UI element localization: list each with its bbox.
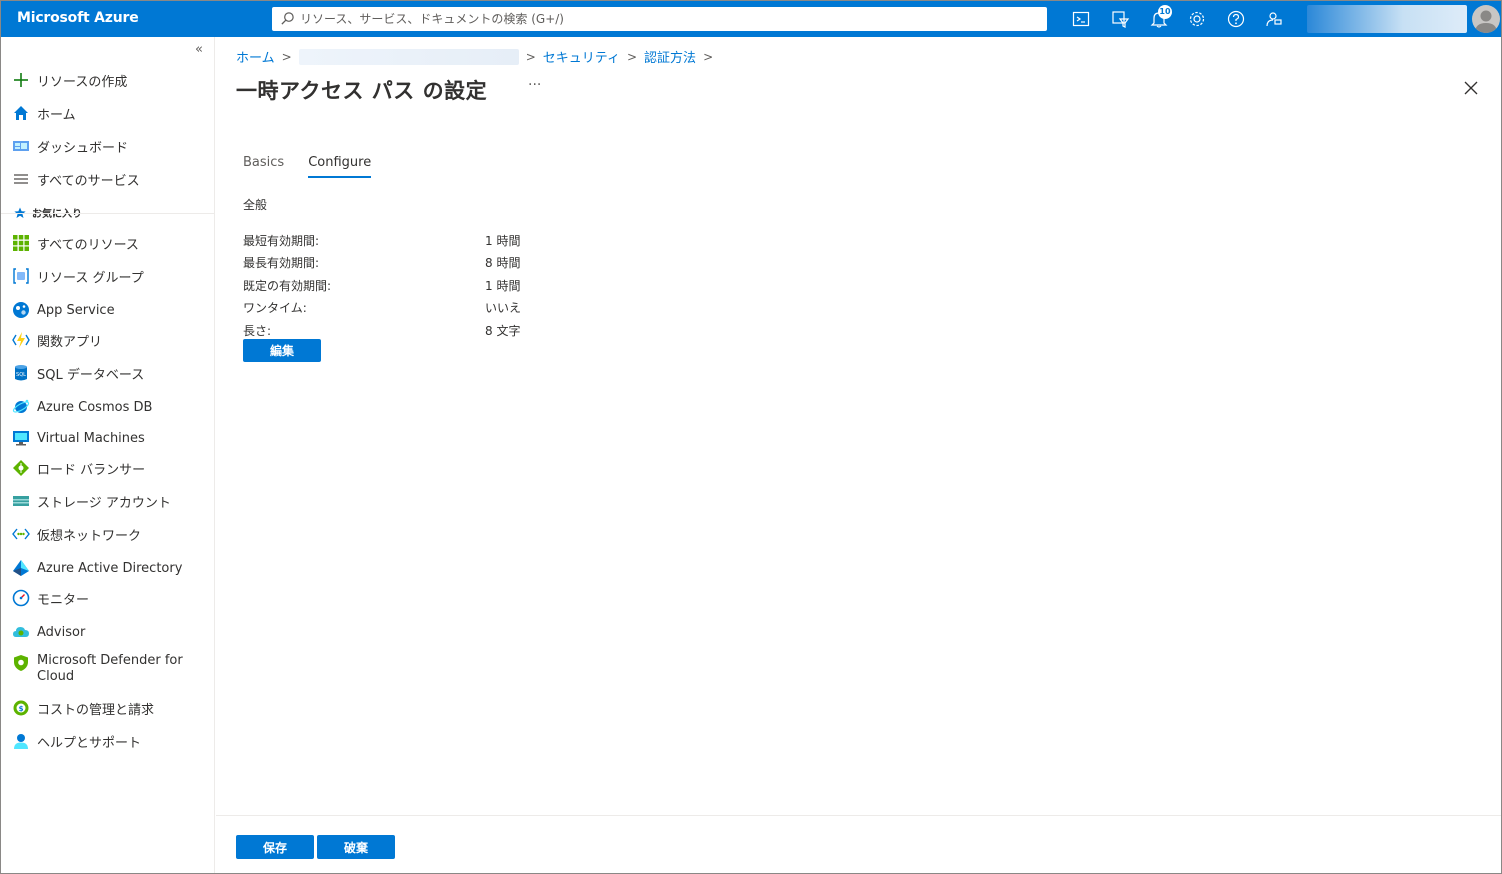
sidebar-item-function-apps[interactable]: 関数アプリ — [11, 327, 207, 353]
setting-row: 最長有効期間: 8 時間 — [243, 252, 521, 275]
directory-filter-icon[interactable] — [1110, 9, 1130, 29]
setting-value: 8 文字 — [485, 323, 521, 338]
search-input[interactable] — [300, 7, 1040, 31]
footer-divider — [216, 815, 1501, 816]
sidebar-item-create-resource[interactable]: リソースの作成 — [11, 67, 207, 93]
sidebar-item-defender-for-cloud[interactable]: Microsoft Defender for Cloud — [11, 653, 207, 687]
setting-row: 最短有効期間: 1 時間 — [243, 229, 521, 252]
breadcrumb-home[interactable]: ホーム — [236, 47, 275, 66]
avatar[interactable] — [1472, 5, 1500, 33]
defender-icon — [11, 653, 31, 673]
sidebar-item-home[interactable]: ホーム — [11, 100, 207, 126]
svg-text:SQL: SQL — [16, 372, 26, 378]
sidebar-item-app-service[interactable]: App Service — [11, 297, 207, 323]
load-balancer-icon — [11, 458, 31, 478]
top-bar: Microsoft Azure 10 — [1, 1, 1501, 37]
section-title: 全般 — [243, 198, 268, 212]
sidebar-item-monitor[interactable]: モニター — [11, 585, 207, 611]
azure-portal-window: Microsoft Azure 10 — [0, 0, 1502, 874]
setting-row: ワンタイム: いいえ — [243, 297, 521, 320]
setting-label: 最短有効期間: — [243, 233, 320, 248]
aad-icon — [11, 558, 31, 578]
edit-button[interactable]: 編集 — [243, 339, 321, 362]
sidebar-item-all-services[interactable]: すべてのサービス — [11, 166, 207, 192]
grid-icon — [11, 233, 31, 253]
svg-text:$: $ — [19, 705, 24, 713]
sidebar: « リソースの作成 ホーム ダッシュボード すべてのサービス お気に入り すべて… — [1, 37, 215, 873]
sidebar-item-virtual-networks[interactable]: 仮想ネットワーク — [11, 521, 207, 547]
global-search[interactable] — [272, 7, 1047, 31]
sql-icon: SQL — [11, 363, 31, 383]
cosmos-icon — [11, 397, 31, 417]
chevron-right-icon: > — [703, 49, 714, 64]
setting-label: 長さ: — [243, 323, 272, 338]
tab-configure[interactable]: Configure — [308, 155, 372, 178]
collapse-sidebar-icon[interactable]: « — [195, 42, 203, 57]
setting-label: 既定の有効期間: — [243, 278, 332, 293]
vnet-icon — [11, 524, 31, 544]
chevron-right-icon: > — [626, 49, 638, 64]
sidebar-item-resource-groups[interactable]: リソース グループ — [11, 263, 207, 289]
feedback-icon[interactable] — [1264, 9, 1284, 29]
list-icon — [11, 169, 31, 189]
search-icon — [281, 12, 294, 25]
monitor-icon — [11, 588, 31, 608]
setting-label: 最長有効期間: — [243, 256, 320, 271]
storage-icon — [11, 491, 31, 511]
setting-label: ワンタイム: — [243, 301, 307, 316]
sidebar-item-storage-accounts[interactable]: ストレージ アカウント — [11, 488, 207, 514]
discard-button[interactable]: 破棄 — [317, 835, 395, 859]
sidebar-item-azure-active-directory[interactable]: Azure Active Directory — [11, 555, 207, 581]
chevron-right-icon: > — [525, 49, 536, 64]
sidebar-item-sql-databases[interactable]: SQL SQL データベース — [11, 360, 207, 386]
breadcrumb-tenant-redacted[interactable] — [298, 48, 519, 65]
vm-icon — [11, 428, 31, 448]
cloud-shell-icon[interactable] — [1071, 9, 1091, 29]
brand-link[interactable]: Microsoft Azure — [17, 10, 139, 26]
plus-icon — [11, 70, 31, 90]
breadcrumb: ホーム > > セキュリティ > 認証方法 > — [236, 47, 720, 66]
sidebar-item-load-balancers[interactable]: ロード バランサー — [11, 455, 207, 481]
sidebar-item-help-support[interactable]: ヘルプとサポート — [11, 728, 207, 754]
advisor-icon — [11, 622, 31, 642]
favorites-divider — [1, 213, 215, 214]
setting-value: 1 時間 — [485, 233, 521, 248]
account-info-redacted[interactable] — [1307, 5, 1467, 33]
tab-strip: Basics Configure — [243, 155, 395, 178]
home-icon — [11, 103, 31, 123]
app-service-icon — [11, 300, 31, 320]
dashboard-icon — [11, 136, 31, 156]
page-title: 一時アクセス パス の設定 — [236, 79, 488, 103]
sidebar-item-cost-management[interactable]: $ コストの管理と請求 — [11, 695, 207, 721]
resource-group-icon — [11, 266, 31, 286]
sidebar-item-virtual-machines[interactable]: Virtual Machines — [11, 425, 207, 451]
help-support-icon — [11, 731, 31, 751]
sidebar-item-advisor[interactable]: Advisor — [11, 619, 207, 645]
chevron-right-icon: > — [281, 49, 292, 64]
setting-row: 既定の有効期間: 1 時間 — [243, 274, 521, 297]
close-icon[interactable] — [1460, 77, 1482, 99]
sidebar-item-dashboard[interactable]: ダッシュボード — [11, 133, 207, 159]
breadcrumb-auth-methods[interactable]: 認証方法 — [644, 47, 696, 66]
tab-basics[interactable]: Basics — [243, 155, 284, 178]
setting-value: いいえ — [485, 301, 522, 316]
settings-list: 最短有効期間: 1 時間 最長有効期間: 8 時間 既定の有効期間: 1 時間 … — [243, 229, 521, 342]
gear-icon[interactable] — [1187, 9, 1207, 29]
setting-value: 1 時間 — [485, 278, 521, 293]
notification-badge: 10 — [1158, 5, 1172, 19]
save-button[interactable]: 保存 — [236, 835, 314, 859]
more-options-icon[interactable]: ··· — [528, 77, 541, 93]
breadcrumb-security[interactable]: セキュリティ — [543, 47, 620, 66]
sidebar-item-cosmos-db[interactable]: Azure Cosmos DB — [11, 394, 207, 420]
setting-value: 8 時間 — [485, 256, 521, 271]
help-icon[interactable] — [1226, 9, 1246, 29]
main-panel: ホーム > > セキュリティ > 認証方法 > 一時アクセス パス の設定 ··… — [216, 37, 1501, 873]
function-icon — [11, 330, 31, 350]
sidebar-item-all-resources[interactable]: すべてのリソース — [11, 230, 207, 256]
cost-icon: $ — [11, 698, 31, 718]
